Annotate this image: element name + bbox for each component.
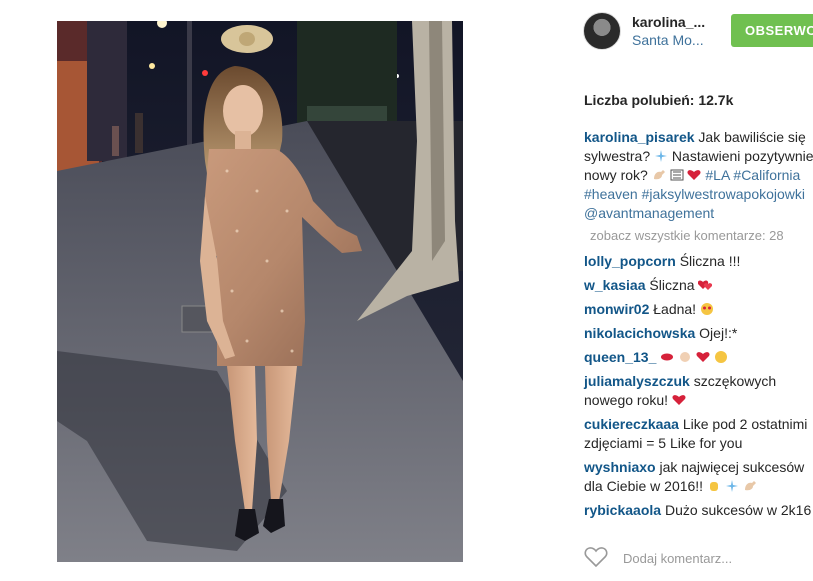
heart-icon[interactable]: [584, 546, 608, 568]
hashtag-california[interactable]: #California: [733, 167, 800, 183]
kiss-mark-icon: [661, 353, 674, 361]
comment-text: Ojej!:*: [699, 325, 738, 341]
add-comment-input[interactable]: Dodaj komentarz...: [623, 551, 732, 566]
comment-username[interactable]: cukiereczkaaa: [584, 416, 679, 432]
author-username[interactable]: karolina_...: [632, 14, 705, 30]
comment-username[interactable]: w_kasiaa: [584, 277, 646, 293]
comment-username[interactable]: nikolacichowska: [584, 325, 695, 341]
mention-avantmanagement[interactable]: @avantmanagement: [584, 205, 714, 221]
caption-username[interactable]: karolina_pisarek: [584, 129, 695, 145]
comment-username[interactable]: monwir02: [584, 301, 649, 317]
sparkles-icon: [725, 480, 738, 492]
comment-username[interactable]: wyshniaxo: [584, 459, 656, 475]
location-link[interactable]: Santa Mo...: [632, 32, 704, 48]
party-icon: [670, 169, 684, 181]
comment-item: rybickaaola Dużo sukcesów w 2k16: [584, 501, 813, 520]
waving-hand-icon: [709, 482, 718, 491]
comments-list: lolly_popcorn Śliczna !!! w_kasiaa Ślicz…: [584, 252, 813, 525]
smiling-face-icon: [714, 351, 727, 363]
comment-text: Śliczna: [649, 277, 695, 293]
comment-username[interactable]: lolly_popcorn: [584, 253, 676, 269]
post-header: karolina_... Santa Mo... OBSERWO: [583, 12, 813, 52]
caption-text-3: Nastawieni pozytywnie: [671, 148, 813, 164]
sparkles-icon: [655, 150, 668, 162]
ok-hand-icon: [680, 352, 691, 362]
comment-item: nikolacichowska Ojej!:*: [584, 324, 813, 343]
view-all-comments-link[interactable]: zobacz wszystkie komentarze: 28: [590, 228, 784, 243]
comment-item: wyshniaxo jak najwięcej sukcesów dla Cie…: [584, 458, 813, 496]
post-footer: Dodaj komentarz...: [583, 543, 813, 573]
heart-eyes-icon: [700, 303, 713, 315]
comment-item: juliamalyszczuk szczękowych nowego roku!: [584, 372, 813, 410]
post-details-panel: karolina_... Santa Mo... OBSERWO Liczba …: [583, 0, 813, 581]
comment-text: Śliczna !!!: [679, 253, 741, 269]
comment-item: monwir02 Ładna!: [584, 300, 813, 319]
hearts-icon: [698, 280, 713, 290]
comment-text: Ładna!: [653, 301, 697, 317]
avatar[interactable]: [583, 12, 621, 50]
comment-username[interactable]: juliamalyszczuk: [584, 373, 690, 389]
comment-username[interactable]: rybickaaola: [584, 502, 661, 518]
flexed-biceps-icon: [744, 481, 756, 491]
comment-item: queen_13_: [584, 348, 813, 367]
flexed-biceps-icon: [653, 170, 665, 180]
comment-item: w_kasiaa Śliczna: [584, 276, 813, 295]
comment-username[interactable]: queen_13_: [584, 349, 656, 365]
post-caption: karolina_pisarek Jak bawiliście się sylw…: [584, 128, 813, 223]
comment-item: lolly_popcorn Śliczna !!!: [584, 252, 813, 271]
comment-item: cukiereczkaaa Like pod 2 ostatnimi zdjęc…: [584, 415, 813, 453]
hearts-icon: [672, 395, 686, 405]
hashtag-la[interactable]: #LA: [705, 167, 729, 183]
comment-text: Dużo sukcesów w 2k16: [664, 502, 812, 518]
heart-emoji-icon: [687, 170, 702, 180]
hashtag-heaven[interactable]: #heaven: [584, 186, 638, 202]
hashtag-jaksylwestrowapokojowki[interactable]: #jaksylwestrowapokojowki: [642, 186, 805, 202]
caption-text-2: sylwestra?: [584, 148, 651, 164]
caption-text-4: nowy rok?: [584, 167, 648, 183]
hearts-icon: [696, 352, 710, 362]
post-photo[interactable]: [57, 21, 463, 562]
likes-count[interactable]: Liczba polubień: 12.7k: [584, 92, 733, 108]
caption-text-1: Jak bawiliście się: [698, 129, 806, 145]
follow-button[interactable]: OBSERWO: [731, 14, 813, 47]
